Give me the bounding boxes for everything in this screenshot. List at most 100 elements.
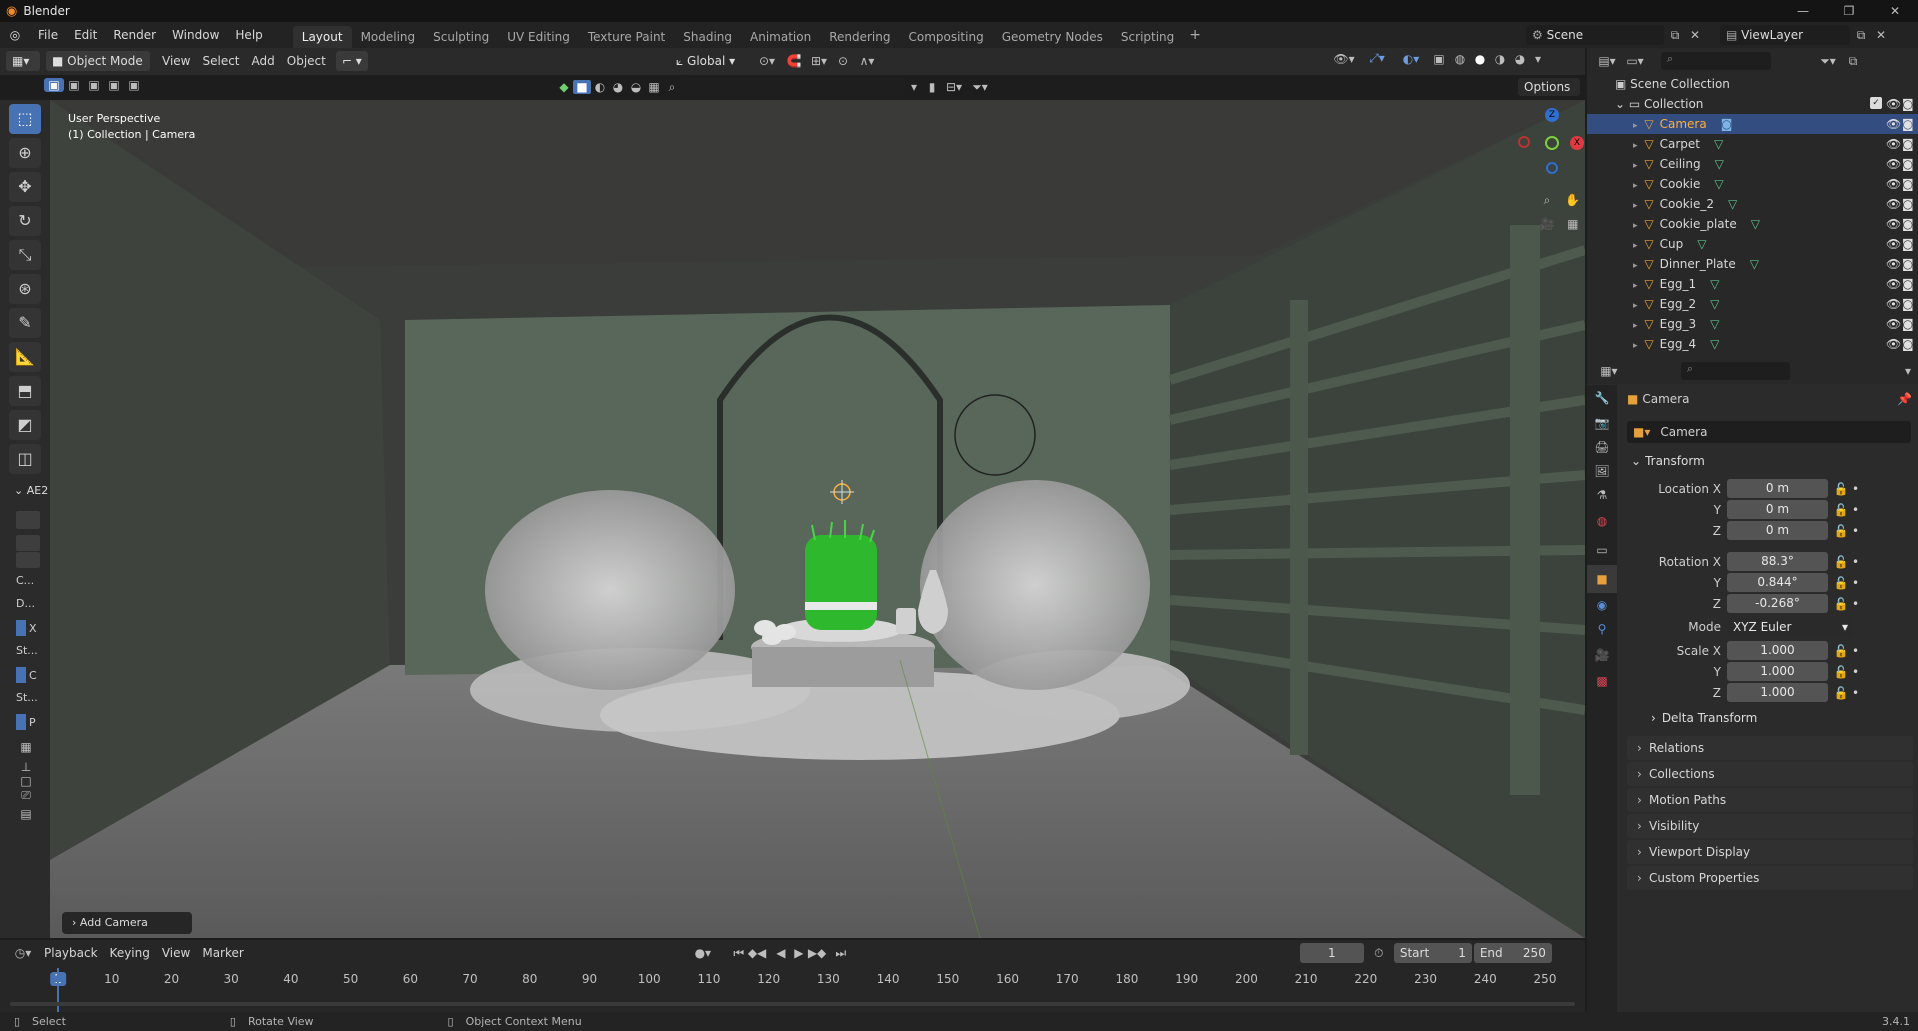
eye-icon[interactable]: 👁 [1886,194,1901,214]
addon-check-c[interactable] [16,667,26,683]
addon-button-3[interactable] [16,552,40,568]
mesh-data-icon[interactable]: ▽ [1715,157,1724,171]
delete-scene-icon[interactable]: ✕ [1686,28,1704,42]
scale-z-field[interactable]: 1.000 [1727,683,1828,702]
expand-arrow-icon[interactable]: ▸ [1633,221,1640,231]
properties-editor-icon[interactable]: ▦▾ [1595,364,1623,378]
maximize-icon[interactable]: ❐ [1826,4,1872,18]
object-tab-icon[interactable]: ■ [1587,565,1617,593]
scene-collection-row[interactable]: ▣ Scene Collection [1587,74,1918,94]
eye-icon[interactable]: 👁 [1886,294,1901,314]
gizmo-neg-x[interactable] [1518,136,1530,148]
cursor-tool-icon[interactable]: ⊕ [9,138,41,168]
render-camera-icon[interactable]: ◙ [1902,254,1914,274]
menu-render[interactable]: Render [105,22,164,48]
frame-ruler[interactable]: 1102030405060708090100110120130140150160… [0,968,1585,990]
eye-icon[interactable]: 👁 [1886,254,1901,274]
gizmo-y[interactable] [1545,136,1559,150]
keyframe-dot[interactable]: • [1852,686,1859,700]
viewport-menu-add[interactable]: Add [246,51,281,71]
rotation-mode-select[interactable]: XYZ Euler ▾ [1727,617,1853,637]
texture-tab-icon[interactable]: ▩ [1587,669,1617,693]
outliner-item-carpet[interactable]: ▸ ▽ Carpet ▽ 👁 ◙ [1587,134,1918,154]
pan-hand-icon[interactable]: ✋ [1562,188,1584,212]
tab-sculpting[interactable]: Sculpting [424,26,498,48]
play-icon[interactable]: ▶ [790,946,808,960]
current-frame-field[interactable]: 1 [1299,943,1364,963]
eye-icon[interactable]: 👁 [1886,314,1901,334]
wireframe-shading-icon[interactable]: ◍ [1450,52,1470,66]
collection-eye-icon[interactable]: 👁 [1886,94,1901,114]
tab-layout[interactable]: Layout [292,26,352,48]
panel-visibility[interactable]: Visibility [1627,814,1913,838]
timeline-scrollbar[interactable] [10,1002,1575,1006]
shading-mode-icon[interactable]: ◆ [555,80,573,94]
render-camera-icon[interactable]: ◙ [1902,334,1914,354]
expand-arrow-icon[interactable]: ▸ [1633,141,1640,151]
shading-dropdown-icon[interactable]: ▾ [1530,52,1546,66]
tab-shading[interactable]: Shading [674,26,741,48]
expand-arrow-icon[interactable]: ▸ [1633,121,1640,131]
viewport-menu-object[interactable]: Object [281,51,332,71]
xray-icon[interactable]: ▣ [1428,52,1450,66]
lock-icon[interactable]: 🔓 [1832,576,1850,590]
eye-icon[interactable]: 👁 [1886,214,1901,234]
gizmo-x[interactable]: X [1570,136,1584,150]
navigation-gizmo[interactable]: Z X [1490,104,1584,174]
mode-selector[interactable]: ■ Object Mode ▾ [46,51,150,88]
tab-compositing[interactable]: Compositing [899,26,992,48]
addon-panel-header[interactable]: ⌄ AE2 [14,484,50,497]
new-collection-icon[interactable]: ⧉ [1843,54,1863,69]
next-keyframe-icon[interactable]: ▶◆ [808,946,826,960]
tab-modeling[interactable]: Modeling [352,26,425,48]
panel-collections[interactable]: Collections [1627,762,1913,786]
object-datablock-field[interactable]: ■▾ Camera [1627,421,1911,443]
eye-icon[interactable]: 👁 [1886,174,1901,194]
outliner-item-dinner-plate[interactable]: ▸ ▽ Dinner_Plate ▽ 👁 ◙ [1587,254,1918,274]
outliner-editor-icon[interactable]: ▤▾ [1593,54,1621,68]
pin-icon[interactable]: 📌 [1897,392,1912,406]
lock-icon[interactable]: 🔓 [1832,555,1850,569]
keyframe-dot[interactable]: • [1852,597,1859,611]
expand-arrow-icon[interactable]: ▸ [1633,161,1640,171]
custom-tool-1-icon[interactable]: ◩ [9,410,41,440]
3d-viewport[interactable]: User Perspective (1) Collection | Camera… [50,100,1585,938]
view-layer-tab-icon[interactable]: 🖼 [1587,459,1617,483]
render-camera-icon[interactable]: ◙ [1902,214,1914,234]
addon-check-x[interactable] [16,620,26,636]
visibility-icon[interactable]: 👁▾ [1328,52,1360,66]
output-tab-icon[interactable]: 🖨 [1587,435,1617,459]
render-camera-icon[interactable]: ◙ [1902,294,1914,314]
add-workspace-button[interactable]: + [1189,27,1201,43]
prev-keyframe-icon[interactable]: ◆◀ [748,946,766,960]
render-camera-icon[interactable]: ◙ [1902,154,1914,174]
add-cube-tool-icon[interactable]: ⬒ [9,376,41,406]
viewport-search-input[interactable] [681,78,905,96]
snap-icon[interactable]: 🧲 [782,54,806,68]
select-box-tool-icon[interactable]: ⬚ [9,104,41,134]
object-type-icon[interactable]: ■ [573,80,591,94]
keyframe-dot[interactable]: • [1852,555,1859,569]
tab-animation[interactable]: Animation [741,26,820,48]
menu-edit[interactable]: Edit [66,22,105,48]
frame-icon[interactable]: □ [16,774,36,788]
lock-icon[interactable]: 🔓 [1832,597,1850,611]
collection-render-icon[interactable]: ◙ [1902,94,1914,114]
keyframe-dot[interactable]: • [1852,524,1859,538]
timeline-editor-icon[interactable]: ◷▾ [8,946,38,960]
eye-icon[interactable]: 👁 [1886,154,1901,174]
timeline-menu-view[interactable]: View [156,943,196,963]
outliner-item-ceiling[interactable]: ▸ ▽ Ceiling ▽ 👁 ◙ [1587,154,1918,174]
mesh-data-icon[interactable]: ▽ [1714,137,1723,151]
tool-tab-icon[interactable]: 🔧 [1587,385,1617,411]
rotation-z-field[interactable]: -0.268° [1727,594,1828,613]
collection-checkbox[interactable]: ✓ [1870,97,1882,109]
render-camera-icon[interactable]: ◙ [1902,134,1914,154]
snap-target-icon[interactable]: ⊞▾ [806,54,832,68]
panel-relations[interactable]: Relations [1627,736,1913,760]
menu-file[interactable]: File [30,22,66,48]
expand-arrow-icon[interactable]: ▸ [1633,241,1640,251]
delta-transform-panel[interactable]: › Delta Transform [1637,703,1912,733]
scene-selector[interactable]: ⚙ Scene [1526,25,1664,45]
addon-button-2[interactable] [16,535,40,551]
